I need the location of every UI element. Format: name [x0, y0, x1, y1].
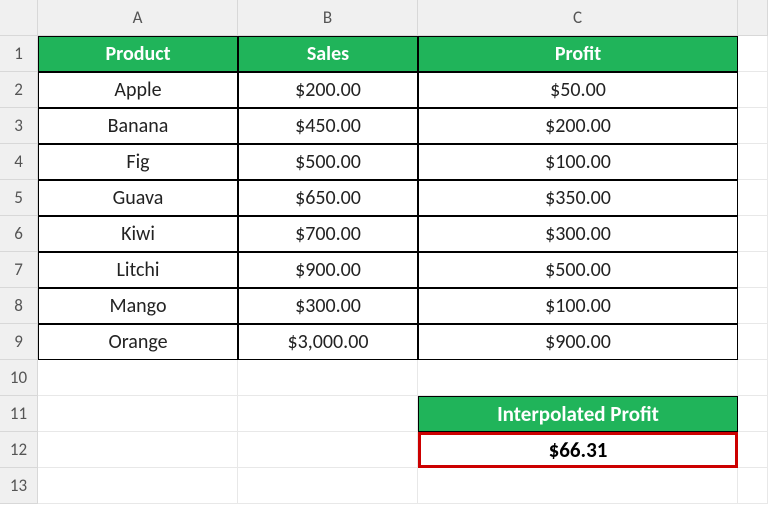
cell-d1[interactable]: [738, 36, 768, 72]
row-header-2[interactable]: 2: [0, 72, 38, 108]
cell-product[interactable]: Apple: [38, 72, 238, 108]
cell-b12[interactable]: [238, 432, 418, 468]
row-header-8[interactable]: 8: [0, 288, 38, 324]
cell-profit[interactable]: $500.00: [418, 252, 738, 288]
cell-product[interactable]: Banana: [38, 108, 238, 144]
row-header-9[interactable]: 9: [0, 324, 38, 360]
cell-d9[interactable]: [738, 324, 768, 360]
cell-d6[interactable]: [738, 216, 768, 252]
cell-d7[interactable]: [738, 252, 768, 288]
cell-d4[interactable]: [738, 144, 768, 180]
cell-d13[interactable]: [738, 468, 768, 504]
cell-d11[interactable]: [738, 396, 768, 432]
cell-product[interactable]: Fig: [38, 144, 238, 180]
cell-c10[interactable]: [418, 360, 738, 396]
cell-sales[interactable]: $900.00: [238, 252, 418, 288]
cell-profit[interactable]: $900.00: [418, 324, 738, 360]
row-header-1[interactable]: 1: [0, 36, 38, 72]
cell-sales[interactable]: $700.00: [238, 216, 418, 252]
cell-d10[interactable]: [738, 360, 768, 396]
col-header-b[interactable]: B: [238, 0, 418, 36]
cell-profit[interactable]: $200.00: [418, 108, 738, 144]
cell-b13[interactable]: [238, 468, 418, 504]
cell-a11[interactable]: [38, 396, 238, 432]
cell-sales[interactable]: $3,000.00: [238, 324, 418, 360]
row-header-13[interactable]: 13: [0, 468, 38, 504]
cell-a10[interactable]: [38, 360, 238, 396]
cell-product[interactable]: Kiwi: [38, 216, 238, 252]
row-header-12[interactable]: 12: [0, 432, 38, 468]
cell-d2[interactable]: [738, 72, 768, 108]
cell-profit[interactable]: $350.00: [418, 180, 738, 216]
col-header-a[interactable]: A: [38, 0, 238, 36]
cell-product[interactable]: Orange: [38, 324, 238, 360]
cell-product[interactable]: Litchi: [38, 252, 238, 288]
cell-product[interactable]: Guava: [38, 180, 238, 216]
header-sales[interactable]: Sales: [238, 36, 418, 72]
row-header-6[interactable]: 6: [0, 216, 38, 252]
header-product[interactable]: Product: [38, 36, 238, 72]
cell-d8[interactable]: [738, 288, 768, 324]
cell-profit[interactable]: $100.00: [418, 144, 738, 180]
cell-sales[interactable]: $450.00: [238, 108, 418, 144]
cell-sales[interactable]: $200.00: [238, 72, 418, 108]
cell-d3[interactable]: [738, 108, 768, 144]
cell-d5[interactable]: [738, 180, 768, 216]
cell-product[interactable]: Mango: [38, 288, 238, 324]
cell-b10[interactable]: [238, 360, 418, 396]
cell-d12[interactable]: [738, 432, 768, 468]
col-header-extra[interactable]: [738, 0, 768, 36]
select-all-corner[interactable]: [0, 0, 38, 36]
row-header-3[interactable]: 3: [0, 108, 38, 144]
spreadsheet-grid: A B C 1 Product Sales Profit 2 Apple $20…: [0, 0, 768, 504]
row-header-7[interactable]: 7: [0, 252, 38, 288]
cell-b11[interactable]: [238, 396, 418, 432]
cell-profit[interactable]: $100.00: [418, 288, 738, 324]
cell-sales[interactable]: $300.00: [238, 288, 418, 324]
interpolated-profit-label[interactable]: Interpolated Profit: [418, 396, 738, 432]
cell-c13[interactable]: [418, 468, 738, 504]
cell-sales[interactable]: $650.00: [238, 180, 418, 216]
cell-profit[interactable]: $50.00: [418, 72, 738, 108]
col-header-c[interactable]: C: [418, 0, 738, 36]
cell-profit[interactable]: $300.00: [418, 216, 738, 252]
interpolated-profit-value[interactable]: $66.31: [418, 432, 738, 468]
header-profit[interactable]: Profit: [418, 36, 738, 72]
row-header-10[interactable]: 10: [0, 360, 38, 396]
cell-sales[interactable]: $500.00: [238, 144, 418, 180]
cell-a12[interactable]: [38, 432, 238, 468]
cell-a13[interactable]: [38, 468, 238, 504]
row-header-11[interactable]: 11: [0, 396, 38, 432]
row-header-4[interactable]: 4: [0, 144, 38, 180]
row-header-5[interactable]: 5: [0, 180, 38, 216]
